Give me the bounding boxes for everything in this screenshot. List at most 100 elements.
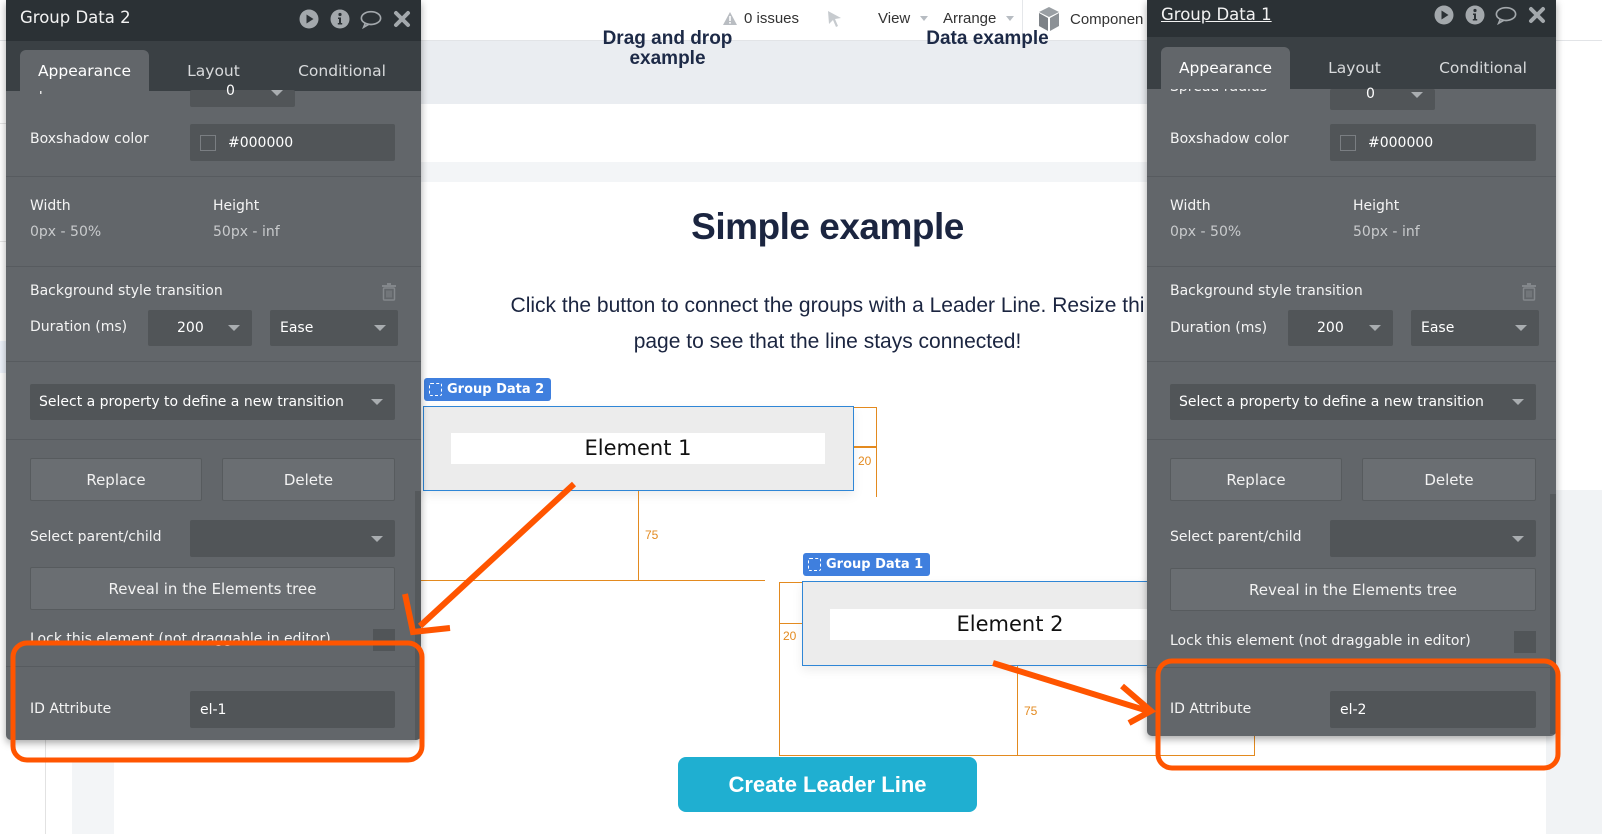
duration-value: 200	[177, 320, 204, 336]
select-parent-dropdown[interactable]	[1330, 520, 1536, 557]
color-swatch[interactable]	[200, 134, 216, 151]
tab-conditional[interactable]: Conditional	[286, 50, 398, 91]
spread-radius-value: 0	[1366, 85, 1375, 102]
group-tag-group-data-1[interactable]: Group Data 1	[803, 553, 931, 576]
measure-line	[1017, 666, 1018, 756]
divider	[6, 361, 421, 362]
tab-layout[interactable]: Layout	[166, 50, 261, 91]
duration-value: 200	[1317, 320, 1344, 336]
lock-element-checkbox[interactable]	[373, 629, 395, 651]
close-icon[interactable]	[1526, 4, 1548, 26]
id-attribute-input[interactable]: el-2	[1330, 691, 1536, 728]
property-panel-group-data-2: Group Data 2 Appearance Layout Condition…	[6, 0, 421, 740]
duration-dropdown[interactable]: 200	[148, 310, 252, 346]
select-parent-dropdown[interactable]	[190, 520, 395, 557]
boxshadow-color-input[interactable]: #000000	[190, 124, 395, 161]
boxshadow-color-value: #000000	[228, 134, 294, 151]
panel-scrollbar[interactable]	[415, 491, 421, 740]
comment-icon[interactable]	[1495, 4, 1517, 26]
lock-element-checkbox[interactable]	[1514, 631, 1536, 653]
group-icon	[808, 558, 821, 571]
easing-dropdown[interactable]: Ease	[1411, 310, 1539, 346]
chevron-down-icon	[374, 325, 386, 331]
new-transition-dropdown[interactable]: Select a property to define a new transi…	[1170, 384, 1536, 420]
view-menu-label: View	[878, 10, 911, 27]
info-icon[interactable]	[329, 8, 351, 30]
panel-title[interactable]: Group Data 1	[1161, 5, 1272, 24]
duration-dropdown[interactable]: 200	[1288, 310, 1393, 346]
panel-tabs: Appearance Layout Conditional	[1147, 37, 1556, 89]
chevron-down-icon	[1512, 399, 1524, 405]
nav-link-drag-drop[interactable]: Drag and drop example	[590, 29, 745, 69]
section-divider	[420, 162, 1150, 182]
trash-icon[interactable]	[1521, 283, 1537, 301]
nav-link-data-example[interactable]: Data example	[905, 29, 1070, 49]
panel-scrollbar[interactable]	[1550, 494, 1556, 734]
element-2[interactable]: Element 2	[830, 609, 1190, 640]
page-title: Simple example	[691, 206, 964, 247]
tab-appearance[interactable]: Appearance	[1161, 47, 1290, 89]
delete-button[interactable]: Delete	[1362, 458, 1536, 501]
panel-header-icons	[1433, 4, 1548, 26]
comment-icon[interactable]	[360, 8, 382, 30]
play-icon[interactable]	[1433, 4, 1455, 26]
group-data-2[interactable]: Element 1	[423, 406, 854, 491]
measure-label: 20	[783, 629, 797, 643]
transition-label: Background style transition	[30, 283, 223, 299]
panel-header[interactable]: Group Data 2	[6, 0, 421, 41]
spread-radius-dropdown[interactable]: 0	[190, 83, 295, 107]
panel-header[interactable]: Group Data 1	[1147, 0, 1556, 37]
divider	[6, 266, 421, 267]
id-attribute-label: ID Attribute	[30, 701, 112, 717]
delete-button[interactable]: Delete	[222, 458, 395, 501]
replace-button[interactable]: Replace	[1170, 458, 1342, 501]
spread-radius-dropdown[interactable]: 0	[1330, 85, 1435, 110]
components-label: Componen	[1070, 10, 1144, 28]
chevron-down-icon	[1006, 16, 1015, 21]
reveal-elements-tree-button[interactable]: Reveal in the Elements tree	[1170, 568, 1536, 611]
create-leader-line-button[interactable]: Create Leader Line	[678, 757, 977, 812]
nav-link-line: Drag and drop	[602, 28, 733, 49]
close-icon[interactable]	[391, 8, 413, 30]
warning-icon	[723, 12, 737, 25]
new-transition-dropdown[interactable]: Select a property to define a new transi…	[30, 384, 395, 420]
measure-line	[779, 582, 780, 756]
tab-conditional[interactable]: Conditional	[1427, 47, 1539, 89]
replace-button[interactable]: Replace	[30, 458, 202, 501]
group-tag-group-data-2[interactable]: Group Data 2	[424, 378, 552, 401]
easing-dropdown[interactable]: Ease	[270, 310, 398, 346]
width-label: Width	[30, 198, 71, 214]
measure-label: 75	[1024, 704, 1038, 718]
property-panel-group-data-1: Group Data 1 Appearance Layout Condition…	[1147, 0, 1556, 736]
tab-appearance[interactable]: Appearance	[20, 50, 149, 91]
divider	[6, 176, 421, 177]
boxshadow-color-label: Boxshadow color	[1170, 131, 1289, 147]
lock-element-label: Lock this element (not draggable in edit…	[1170, 633, 1471, 649]
height-value: 50px - inf	[1353, 224, 1420, 240]
divider	[6, 439, 421, 440]
group-data-1[interactable]: Element 2	[802, 581, 1190, 666]
issues-indicator[interactable]: 0 issues	[722, 10, 799, 27]
arrange-menu[interactable]: Arrange	[943, 10, 1015, 27]
chevron-down-icon	[371, 399, 383, 405]
element-1[interactable]: Element 1	[451, 433, 825, 464]
select-mode-button[interactable]	[826, 9, 844, 29]
issues-label: 0 issues	[744, 10, 800, 27]
measure-line	[779, 623, 802, 624]
cursor-arrow-icon	[828, 11, 841, 27]
trash-icon[interactable]	[381, 283, 397, 301]
info-icon[interactable]	[1464, 4, 1486, 26]
measure-line	[638, 491, 639, 581]
view-menu[interactable]: View	[878, 10, 929, 27]
boxshadow-color-input[interactable]: #000000	[1330, 124, 1536, 161]
measure-line	[420, 580, 765, 581]
color-swatch[interactable]	[1340, 134, 1356, 151]
tab-layout[interactable]: Layout	[1307, 47, 1402, 89]
divider	[6, 666, 421, 667]
select-parent-label: Select parent/child	[30, 529, 162, 545]
play-icon[interactable]	[298, 8, 320, 30]
bubble-editor: 0 issues View Arrange Componen Drag and …	[0, 0, 1602, 834]
id-attribute-input[interactable]: el-1	[190, 691, 395, 728]
reveal-elements-tree-button[interactable]: Reveal in the Elements tree	[30, 567, 395, 610]
divider	[1147, 667, 1556, 668]
